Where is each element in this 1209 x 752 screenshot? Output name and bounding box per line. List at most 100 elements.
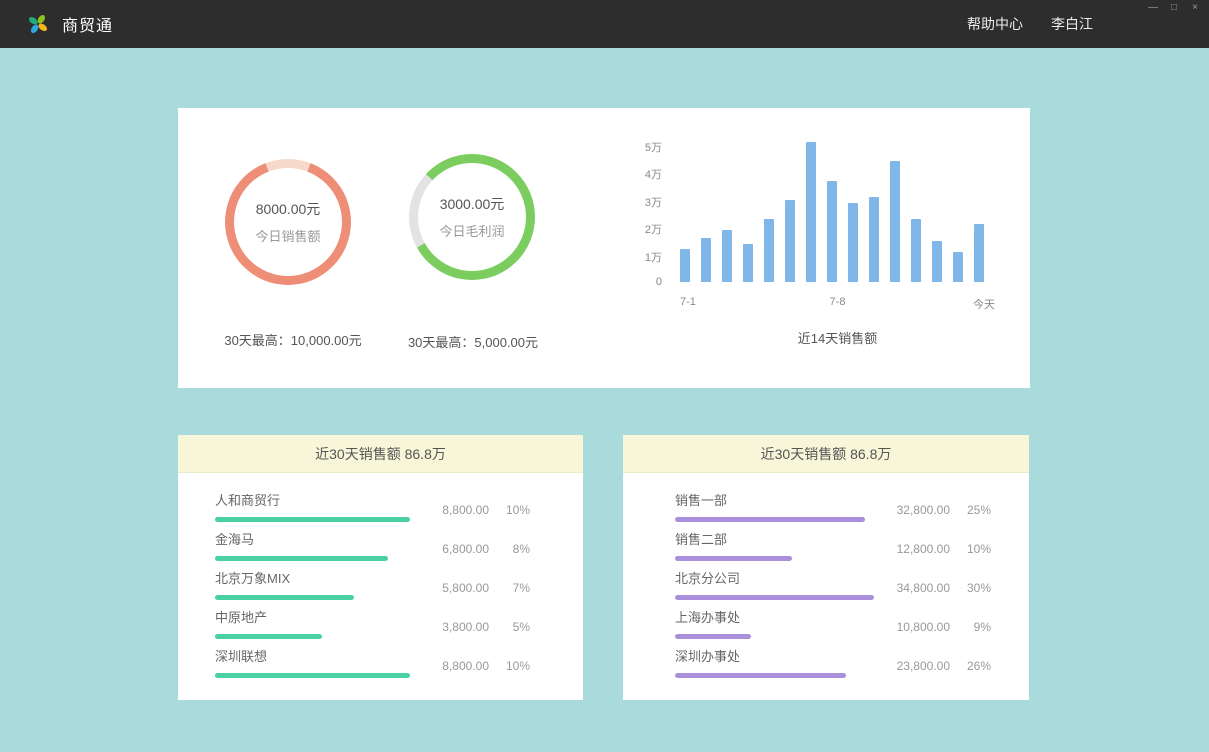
x-tick-mid: 7-8 (830, 296, 846, 308)
department-rank-list: 销售一部32,800.0025%销售二部12,800.0010%北京分公司34,… (623, 473, 1029, 685)
x-tick-first: 7-1 (680, 296, 696, 308)
today-sales-value: 8000.00元 (256, 199, 321, 219)
rank-row: 上海办事处10,800.009% (675, 607, 991, 646)
rank-row-percent: 9% (963, 620, 991, 634)
rank-row-stats: 6,800.00 8% (442, 542, 530, 556)
rank-row-bar (215, 595, 354, 600)
sales-bar (974, 224, 984, 282)
rank-row-percent: 5% (502, 620, 530, 634)
today-profit-value: 3000.00元 (440, 194, 505, 214)
rank-row-bar (215, 634, 322, 639)
rank-row-stats: 5,800.007% (442, 581, 530, 595)
rank-row-percent: 10% (502, 659, 530, 673)
today-sales-label: 今日销售额 (255, 226, 320, 245)
bar-chart-xaxis: 7-1 7-8 今天 (680, 296, 995, 310)
rank-row-stats: 23,800.00 26% (897, 659, 991, 673)
minimize-icon[interactable]: — (1147, 2, 1159, 14)
rank-row: 销售一部32,800.0025% (675, 490, 991, 529)
rank-row-value: 23,800.00 (897, 659, 950, 673)
rank-row: 深圳办事处23,800.0026% (675, 646, 991, 685)
sales-bar (890, 161, 900, 282)
sales-bar (743, 244, 753, 282)
sales-bar (680, 249, 690, 282)
sales-bar (806, 142, 816, 282)
bar-chart-title: 近14天销售额 (680, 328, 995, 347)
customer-rank-title: 近30天销售额 86.8万 (178, 435, 583, 473)
y-tick-label: 0 (656, 276, 662, 288)
rank-row: 销售二部12,800.0010% (675, 529, 991, 568)
bar-chart-yaxis: 5万4万3万2万1万0 (626, 145, 662, 282)
rank-row-value: 8,800.00 (442, 503, 489, 517)
rank-row-value: 34,800.00 (897, 581, 950, 595)
rank-row: 人和商贸行8,800.0010% (215, 490, 530, 529)
rank-row-stats: 8,800.00 10% (442, 659, 530, 673)
app-logo-icon (26, 12, 50, 36)
department-sales-rank-card: 近30天销售额 86.8万 销售一部32,800.0025%销售二部12,800… (623, 435, 1029, 700)
rank-row-percent: 10% (502, 503, 530, 517)
app-title: 商贸通 (62, 12, 113, 36)
overview-card: 8000.00元 今日销售额 3000.00元 今日毛利润 30天最高：10,0… (178, 108, 1030, 388)
rank-row-percent: 26% (963, 659, 991, 673)
sales-bar (701, 238, 711, 282)
rank-row-stats: 8,800.00 10% (442, 503, 530, 517)
rank-row-value: 32,800.00 (897, 503, 950, 517)
rank-row-value: 12,800.00 (897, 542, 950, 556)
app-window: 商贸通 帮助中心 李白江 — □ × 8000.00元 今日销售额 3000.0… (0, 0, 1209, 752)
rank-row-value: 8,800.00 (442, 659, 489, 673)
y-tick-label: 2万 (645, 221, 662, 237)
rank-row-percent: 25% (963, 503, 991, 517)
window-controls: — □ × (1147, 2, 1201, 14)
y-tick-label: 1万 (645, 249, 662, 265)
rank-row-percent: 10% (963, 542, 991, 556)
rank-row-stats: 32,800.00 25% (897, 503, 991, 517)
rank-row-bar (675, 556, 792, 561)
rank-row-percent: 8% (502, 542, 530, 556)
sales-bar (911, 219, 921, 282)
donut-center: 8000.00元 今日销售额 (225, 159, 351, 285)
sales-bar (953, 252, 963, 282)
rank-row-stats: 12,800.00 10% (897, 542, 991, 556)
close-icon[interactable]: × (1189, 2, 1201, 14)
titlebar-right: 帮助中心 李白江 (967, 14, 1093, 34)
x-tick-last: 今天 (973, 296, 995, 312)
rank-row-bar (675, 517, 865, 522)
today-profit-label: 今日毛利润 (439, 221, 504, 240)
bar-chart-plot (680, 145, 995, 282)
sales-bar (869, 197, 879, 282)
rank-row-stats: 10,800.00 9% (897, 620, 991, 634)
rank-row-percent: 7% (502, 581, 530, 595)
rank-row-bar (215, 517, 410, 522)
customer-rank-list: 人和商贸行8,800.0010%金海马6,800.008%北京万象MIX5,80… (178, 473, 583, 685)
username-link[interactable]: 李白江 (1051, 14, 1093, 34)
sales-bar (722, 230, 732, 282)
rank-row-stats: 3,800.00 5% (442, 620, 530, 634)
sales-bar (827, 181, 837, 282)
y-tick-label: 3万 (645, 194, 662, 210)
today-profit-donut: 3000.00元 今日毛利润 (409, 154, 535, 280)
rank-row-bar (675, 595, 874, 600)
rank-row: 北京分公司34,800.0030% (675, 568, 991, 607)
profit-30day-max: 30天最高：5,000.00元 (358, 332, 588, 351)
rank-row-value: 10,800.00 (897, 620, 950, 634)
sales-bar (764, 219, 774, 282)
rank-row: 中原地产3,800.005% (215, 607, 530, 646)
sales-bar (932, 241, 942, 282)
rank-row: 金海马6,800.008% (215, 529, 530, 568)
maximize-icon[interactable]: □ (1168, 2, 1180, 14)
rank-row-value: 3,800.00 (442, 620, 489, 634)
rank-row: 北京万象MIX5,800.007% (215, 568, 530, 607)
y-tick-label: 5万 (645, 139, 662, 155)
rank-row-bar (675, 673, 846, 678)
help-center-link[interactable]: 帮助中心 (967, 14, 1023, 34)
customer-sales-rank-card: 近30天销售额 86.8万 人和商贸行8,800.0010%金海马6,800.0… (178, 435, 583, 700)
rank-row-percent: 30% (963, 581, 991, 595)
y-tick-label: 4万 (645, 166, 662, 182)
donut-center: 3000.00元 今日毛利润 (409, 154, 535, 280)
rank-row-value: 6,800.00 (442, 542, 489, 556)
sales-bar (785, 200, 795, 282)
sales-bar (848, 203, 858, 282)
titlebar: 商贸通 帮助中心 李白江 — □ × (0, 0, 1209, 48)
rank-row-bar (675, 634, 751, 639)
rank-row-bar (215, 673, 410, 678)
rank-row: 深圳联想8,800.0010% (215, 646, 530, 685)
